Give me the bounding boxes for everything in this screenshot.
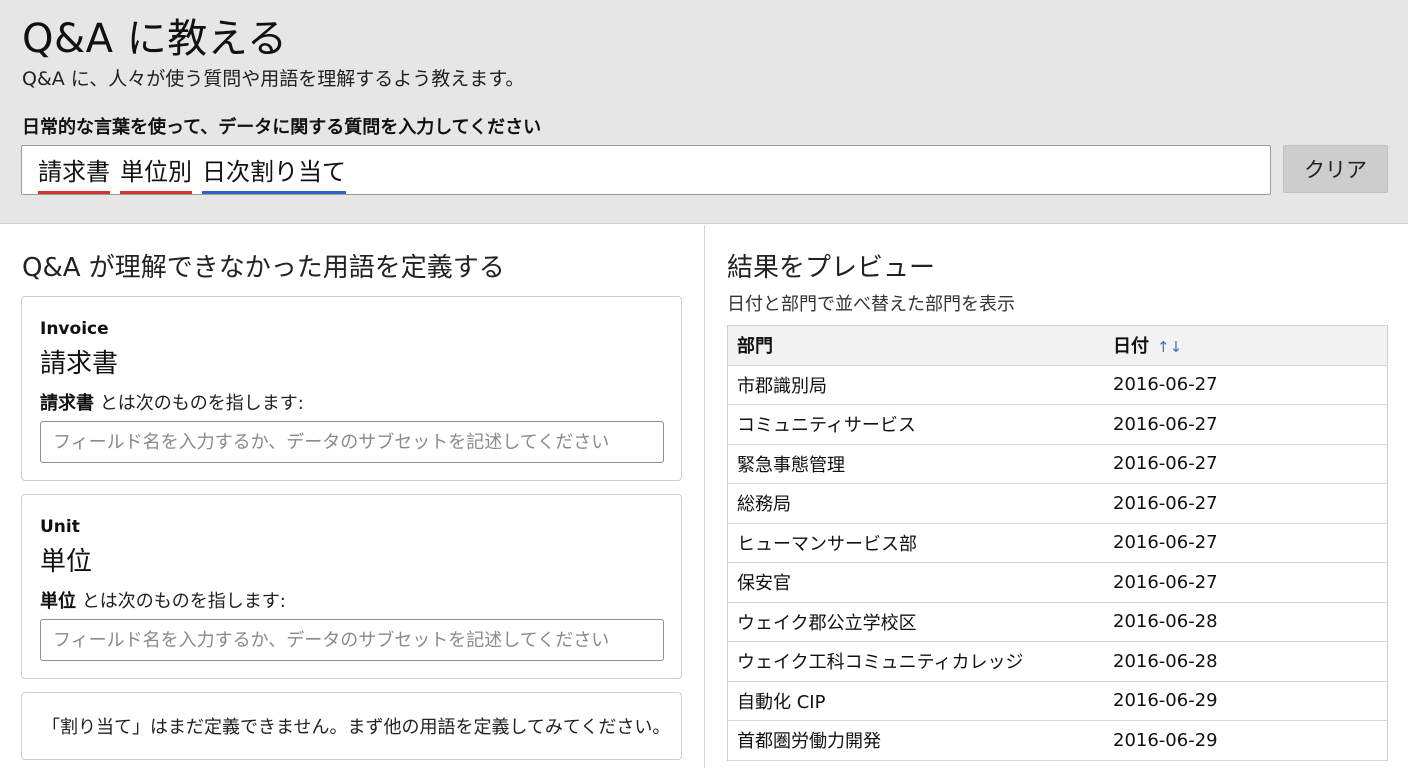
column-header-date[interactable]: 日付 ↑↓ [1105, 332, 1387, 358]
query-token: 単位別 [120, 152, 192, 194]
cell-date: 2016-06-27 [1113, 532, 1218, 554]
term-english: Invoice [40, 319, 109, 339]
cell-date: 2016-06-27 [1113, 374, 1218, 396]
define-terms-title: Q&A が理解できなかった用語を定義する [22, 253, 505, 283]
cell-department: 緊急事態管理 [737, 454, 845, 476]
cell-department: ヒューマンサービス部 [737, 533, 917, 555]
cell-department: ウェイク工科コミュニティカレッジ [737, 652, 1024, 674]
table-header-row: 部門 日付 ↑↓ [728, 326, 1387, 366]
undefined-term-note: 「割り当て」はまだ定義できません。まず他の用語を定義してみてください。 [21, 692, 682, 760]
cell-department: 保安官 [737, 573, 791, 595]
table-row: 緊急事態管理 2016-06-27 [728, 445, 1387, 484]
query-token: 日次割り当て [202, 152, 346, 194]
page-subtitle: Q&A に、人々が使う質問や用語を理解するよう教えます。 [22, 68, 525, 90]
page-title: Q&A に教える [22, 16, 288, 62]
preview-panel: 結果をプレビュー 日付と部門で並べ替えた部門を表示 部門 日付 ↑↓ 市郡識別局 2… [705, 225, 1408, 768]
query-token: 請求書 [38, 152, 110, 194]
cell-date: 2016-06-28 [1113, 650, 1218, 672]
term-card-invoice: Invoice 請求書 請求書 とは次のものを指します: [21, 296, 682, 481]
cell-department: コミュニティサービス [737, 415, 916, 437]
define-terms-panel: Q&A が理解できなかった用語を定義する Invoice 請求書 請求書 とは次… [0, 225, 704, 768]
preview-subtitle: 日付と部門で並べ替えた部門を表示 [727, 294, 1015, 315]
table-row: 総務局 2016-06-27 [728, 484, 1387, 524]
cell-date: 2016-06-27 [1113, 492, 1218, 514]
table-row: 市郡識別局 2016-06-27 [728, 366, 1387, 405]
cell-department: 首都圏労働力開発 [737, 731, 881, 753]
preview-table: 部門 日付 ↑↓ 市郡識別局 2016-06-27 コミュニティサービス 2016-06… [727, 325, 1388, 761]
question-prompt-label: 日常的な言葉を使って、データに関する質問を入力してください [22, 117, 542, 138]
sort-arrows-icon[interactable]: ↑↓ [1157, 338, 1182, 356]
term-definition-input[interactable] [40, 421, 664, 463]
cell-department: ウェイク郡公立学校区 [737, 612, 917, 634]
cell-department: 市郡識別局 [737, 375, 827, 397]
table-row: ウェイク工科コミュニティカレッジ 2016-06-28 [728, 642, 1387, 682]
table-row: ウェイク郡公立学校区 2016-06-28 [728, 603, 1387, 642]
header-panel: Q&A に教える Q&A に、人々が使う質問や用語を理解するよう教えます。 日常… [0, 0, 1408, 224]
cell-date: 2016-06-28 [1113, 611, 1218, 633]
column-header-department[interactable]: 部門 [728, 332, 1105, 358]
table-row: ヒューマンサービス部 2016-06-27 [728, 524, 1387, 563]
term-definition-label: 請求書 とは次のものを指します: [40, 393, 304, 414]
clear-button[interactable]: クリア [1283, 145, 1388, 193]
term-japanese: 請求書 [40, 349, 119, 379]
question-input[interactable]: 請求書 単位別 日次割り当て [21, 145, 1271, 195]
term-card-unit: Unit 単位 単位 とは次のものを指します: [21, 494, 682, 679]
table-row: 首都圏労働力開発 2016-06-29 [728, 721, 1387, 761]
cell-date: 2016-06-27 [1113, 453, 1218, 475]
cell-department: 自動化 CIP [737, 691, 826, 713]
term-definition-input[interactable] [40, 619, 664, 661]
term-japanese: 単位 [40, 547, 93, 577]
term-english: Unit [40, 517, 80, 537]
cell-date: 2016-06-27 [1113, 413, 1218, 435]
term-definition-label: 単位 とは次のものを指します: [40, 591, 286, 612]
preview-title: 結果をプレビュー [727, 253, 936, 283]
cell-department: 総務局 [737, 494, 791, 516]
table-row: 保安官 2016-06-27 [728, 563, 1387, 603]
table-row: コミュニティサービス 2016-06-27 [728, 405, 1387, 445]
cell-date: 2016-06-29 [1113, 729, 1218, 751]
table-row: 自動化 CIP 2016-06-29 [728, 682, 1387, 721]
cell-date: 2016-06-29 [1113, 690, 1218, 712]
cell-date: 2016-06-27 [1113, 571, 1218, 593]
